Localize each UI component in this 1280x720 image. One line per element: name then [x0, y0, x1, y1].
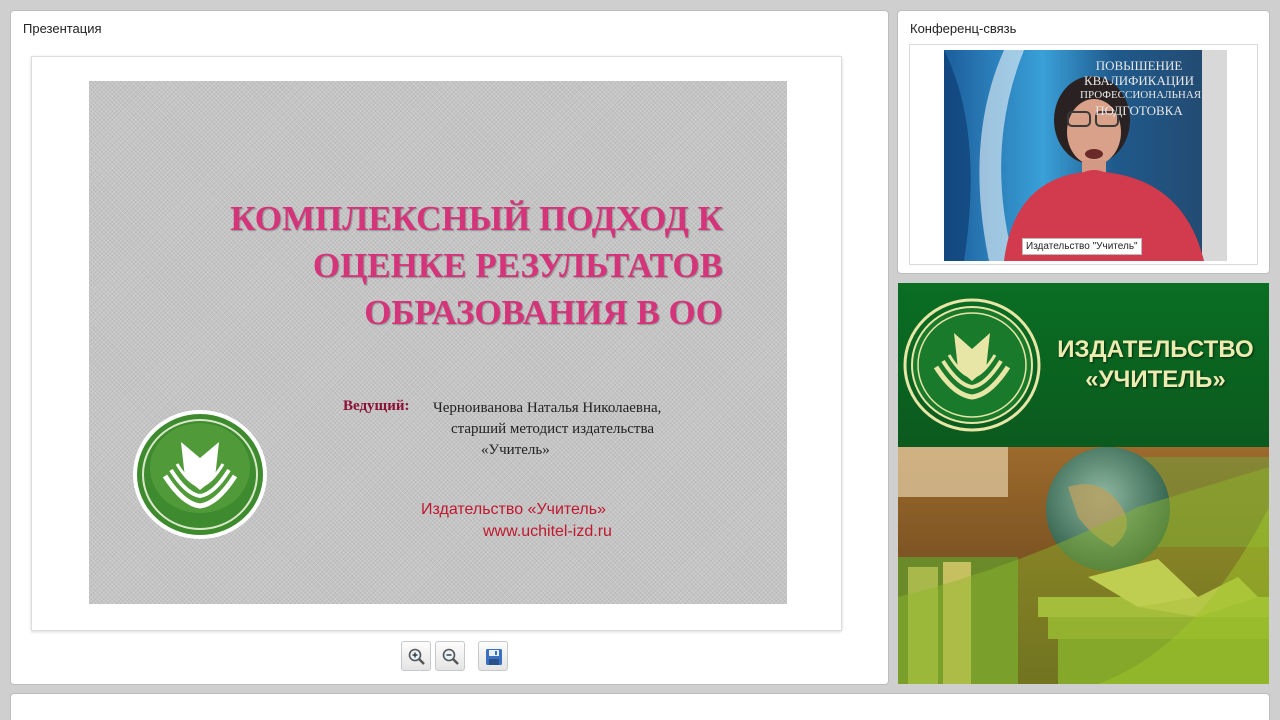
- banner-publisher-name: ИЗДАТЕЛЬСТВО «УЧИТЕЛЬ»: [1048, 335, 1263, 395]
- backdrop-line: ПРОФЕССИОНАЛЬНАЯ: [1080, 89, 1202, 101]
- slide: КОМПЛЕКСНЫЙ ПОДХОД К ОЦЕНКЕ РЕЗУЛЬТАТОВ …: [89, 81, 787, 604]
- zoom-out-icon: [442, 648, 459, 665]
- slide-title-line: ОБРАЗОВАНИЯ В ОО: [364, 293, 723, 332]
- slide-title: КОМПЛЕКСНЫЙ ПОДХОД К ОЦЕНКЕ РЕЗУЛЬТАТОВ …: [163, 195, 723, 336]
- presenter-line: старший методист издательства: [451, 421, 654, 437]
- backdrop-line: КВАЛИФИКАЦИИ: [1084, 73, 1194, 88]
- presenter-label: Ведущий:: [343, 398, 410, 414]
- slide-title-line: КОМПЛЕКСНЫЙ ПОДХОД К: [230, 199, 723, 238]
- banner-header: ИЗДАТЕЛЬСТВО «УЧИТЕЛЬ»: [898, 283, 1269, 447]
- conference-panel: Конференц-связь ПОВЫШЕНИЕ КВАЛИФИКАЦИИ П…: [898, 11, 1269, 273]
- publisher-logo-icon: [133, 410, 267, 539]
- books-globe-image: [898, 447, 1269, 684]
- banner-name-line: «УЧИТЕЛЬ»: [1085, 366, 1226, 393]
- presenter-line: Черноиванова Наталья Николаевна,: [433, 400, 662, 416]
- publisher-url: www.uchitel-izd.ru: [483, 523, 612, 540]
- backdrop-line: ПОВЫШЕНИЕ: [1095, 58, 1183, 73]
- speaker-backdrop-text: ПОВЫШЕНИЕ КВАЛИФИКАЦИИ ПРОФЕССИОНАЛЬНАЯ …: [1080, 58, 1202, 118]
- slide-title-line: ОЦЕНКЕ РЕЗУЛЬТАТОВ: [312, 246, 723, 285]
- save-button[interactable]: [478, 641, 508, 671]
- video-caption: Издательство "Учитель": [1022, 238, 1142, 255]
- banner-logo-icon: [903, 298, 1041, 432]
- zoom-in-icon: [408, 648, 425, 665]
- zoom-in-button[interactable]: [401, 641, 431, 671]
- save-icon: [486, 649, 502, 665]
- video-frame: ПОВЫШЕНИЕ КВАЛИФИКАЦИИ ПРОФЕССИОНАЛЬНАЯ …: [909, 44, 1258, 265]
- presentation-panel-title: Презентация: [23, 21, 102, 36]
- bottom-panel: [11, 694, 1269, 720]
- conference-panel-title: Конференц-связь: [910, 21, 1017, 36]
- slide-viewer[interactable]: КОМПЛЕКСНЫЙ ПОДХОД К ОЦЕНКЕ РЕЗУЛЬТАТОВ …: [31, 56, 842, 631]
- presenter-info: Черноиванова Наталья Николаевна, старший…: [433, 398, 733, 461]
- publisher-name: Издательство «Учитель»: [421, 501, 606, 518]
- backdrop-line: ПОДГОТОВКА: [1095, 103, 1183, 118]
- zoom-out-button[interactable]: [435, 641, 465, 671]
- presenter-line: «Учитель»: [481, 442, 550, 458]
- banner-name-line: ИЗДАТЕЛЬСТВО: [1057, 336, 1254, 363]
- presentation-panel: Презентация КОМПЛЕКСНЫЙ ПОДХОД К ОЦЕНКЕ …: [11, 11, 888, 684]
- publisher-banner: ИЗДАТЕЛЬСТВО «УЧИТЕЛЬ»: [898, 283, 1269, 684]
- webcam-video[interactable]: ПОВЫШЕНИЕ КВАЛИФИКАЦИИ ПРОФЕССИОНАЛЬНАЯ …: [944, 50, 1227, 261]
